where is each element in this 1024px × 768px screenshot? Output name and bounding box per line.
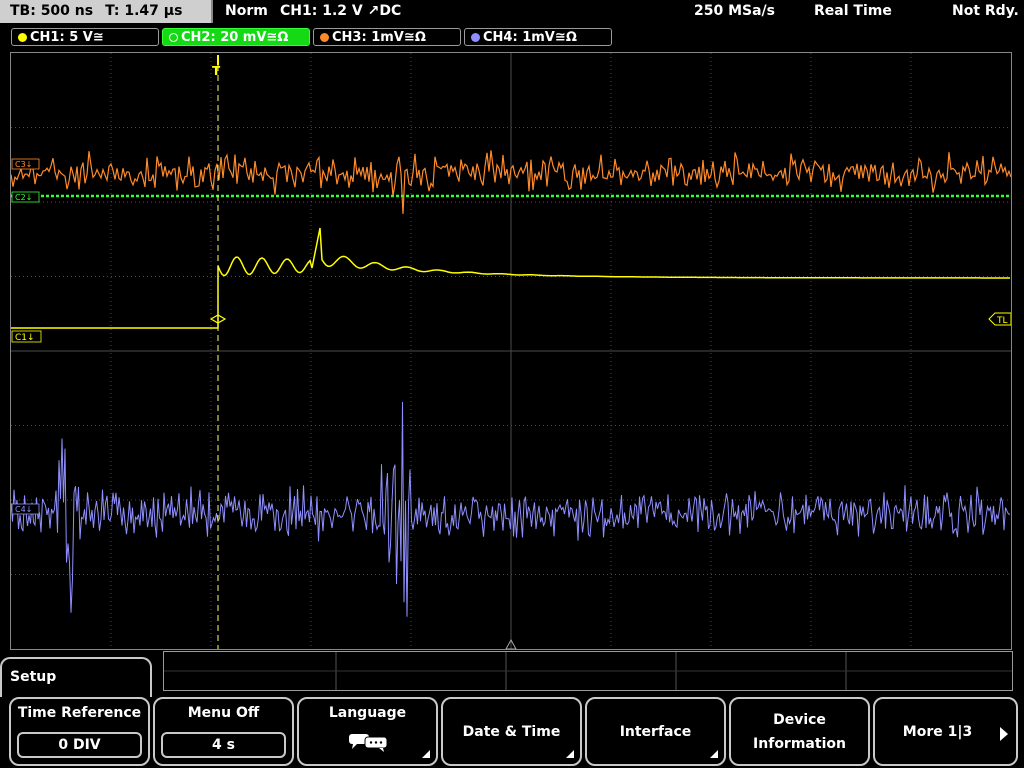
acquisition-status-bar: Norm CH1: 1.2 V ↗DC 250 MSa/s Real Time … — [215, 0, 1024, 23]
ch1-marker[interactable]: C1↓ — [15, 333, 35, 343]
ch4-label: CH4: 1mV≅Ω — [483, 30, 577, 45]
language-softkey[interactable]: Language — [297, 697, 438, 766]
next-page-arrow-icon — [1000, 727, 1008, 741]
channel-4-tab[interactable]: CH4: 1mV≅Ω — [464, 28, 612, 46]
time-reference-label: Time Reference — [17, 705, 142, 721]
submenu-corner-icon — [422, 750, 430, 758]
menu-off-label: Menu Off — [187, 705, 260, 721]
ch3-marker[interactable]: C3↓ — [15, 160, 32, 169]
waveform-canvas: T C3↓ C2↓ C1↓ C4↓ TL — [11, 53, 1011, 649]
interface-softkey[interactable]: Interface — [585, 697, 726, 766]
trigger-level-marker[interactable]: TL — [996, 316, 1008, 326]
date-time-softkey[interactable]: Date & Time — [441, 697, 582, 766]
time-reference-value: 0 DIV — [17, 732, 142, 758]
submenu-corner-icon — [710, 750, 718, 758]
ch3-label: CH3: 1mV≅Ω — [332, 30, 426, 45]
sample-rate: 250 MSa/s — [694, 3, 776, 19]
channel-3-tab[interactable]: CH3: 1mV≅Ω — [313, 28, 461, 46]
time-reference-softkey[interactable]: Time Reference 0 DIV — [9, 697, 150, 766]
menu-info-strip — [163, 651, 1013, 691]
interface-label: Interface — [619, 723, 692, 740]
speech-bubbles-icon — [349, 734, 388, 752]
device-information-label-2: Information — [753, 735, 846, 752]
submenu-corner-icon — [566, 750, 574, 758]
trigger-status: Not Rdy. — [952, 3, 1019, 19]
menu-off-softkey[interactable]: Menu Off 4 s — [153, 697, 294, 766]
ch1-label: CH1: 5 V≅ — [30, 30, 104, 45]
menu-title: Setup — [10, 669, 57, 685]
trigger-setting: CH1: 1.2 V ↗DC — [280, 3, 402, 19]
device-information-label-1: Device — [773, 711, 826, 728]
trigger-mode: Norm — [225, 3, 268, 19]
language-label: Language — [328, 705, 407, 721]
more-softkey[interactable]: More 1|3 — [873, 697, 1018, 766]
channel-1-tab[interactable]: CH1: 5 V≅ — [11, 28, 159, 46]
date-time-label: Date & Time — [462, 723, 561, 740]
trigger-position-marker[interactable]: T — [212, 64, 221, 78]
channel-2-tab[interactable]: CH2: 20 mV≅Ω — [162, 28, 310, 46]
ch2-label: CH2: 20 mV≅Ω — [181, 30, 289, 45]
timebase-panel[interactable]: TB: 500 ns T: 1.47 µs — [0, 0, 213, 23]
ch4-color-icon — [471, 33, 480, 42]
timebase-value: TB: 500 ns — [10, 3, 94, 19]
ch2-color-icon — [169, 33, 178, 42]
waveform-display[interactable]: T C3↓ C2↓ C1↓ C4↓ TL — [10, 52, 1012, 650]
graticule — [11, 53, 1011, 649]
ch4-marker[interactable]: C4↓ — [15, 505, 32, 514]
menu-off-value: 4 s — [161, 732, 286, 758]
acquisition-mode: Real Time — [814, 3, 892, 19]
ch2-marker[interactable]: C2↓ — [15, 193, 32, 202]
ch3-color-icon — [320, 33, 329, 42]
menu-title-tab: Setup — [0, 657, 152, 697]
ch1-color-icon — [18, 33, 27, 42]
more-label: More 1|3 — [902, 723, 973, 740]
trigger-time-value: T: 1.47 µs — [105, 3, 183, 19]
device-information-softkey[interactable]: Device Information — [729, 697, 870, 766]
